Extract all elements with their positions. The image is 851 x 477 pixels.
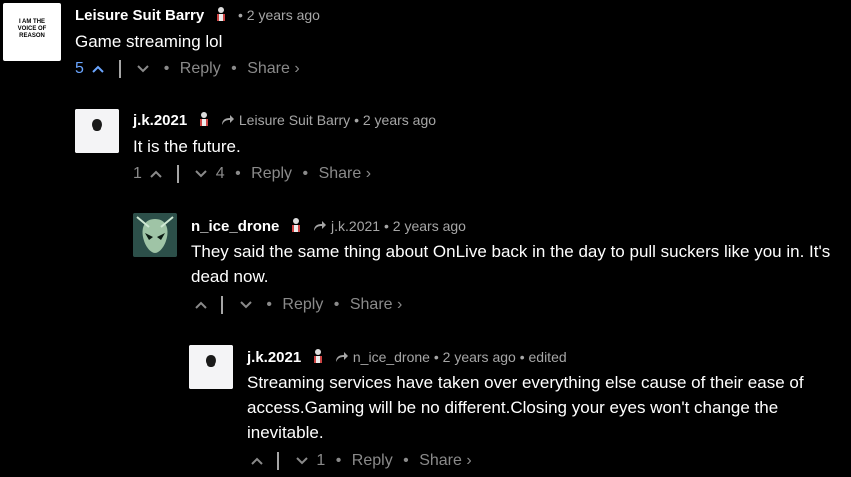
- comment-text: Streaming services have taken over every…: [247, 373, 804, 442]
- author-name[interactable]: Leisure Suit Barry: [75, 7, 204, 24]
- meta-dot: •: [266, 296, 272, 313]
- meta-dot: •: [383, 218, 393, 234]
- meta-dot: •: [403, 452, 409, 469]
- upvote-icon[interactable]: [195, 299, 207, 311]
- badge-icon: [200, 112, 209, 126]
- author-name[interactable]: j.k.2021: [247, 349, 301, 366]
- meta-dot: •: [235, 165, 241, 182]
- upvote-icon[interactable]: [92, 63, 105, 75]
- timestamp[interactable]: 2 years ago: [393, 218, 466, 234]
- meta-dot: •: [335, 452, 342, 469]
- comment-header: Leisure Suit Barry • 2 years ago: [75, 6, 320, 25]
- comment-header: j.k.2021 n_ice_drone • 2 years ago • edi…: [247, 348, 567, 367]
- reply-arrow-icon: [314, 221, 327, 231]
- comment-text: They said the same thing about OnLive ba…: [191, 242, 831, 286]
- vote-divider: [176, 165, 179, 183]
- share-button[interactable]: Share ›: [350, 295, 402, 315]
- downvote-icon[interactable]: [240, 299, 252, 311]
- reply-to-author[interactable]: j.k.2021: [331, 218, 380, 234]
- avatar-text: I AM THE VOICE OF REASON: [17, 19, 47, 39]
- alien-avatar-icon: [133, 213, 177, 257]
- downvote-icon[interactable]: [195, 168, 207, 180]
- upvote-count: 5: [75, 60, 84, 77]
- avatar[interactable]: [75, 109, 119, 153]
- default-avatar-icon: [189, 345, 233, 389]
- share-button[interactable]: Share ›: [319, 164, 371, 184]
- meta-dot: •: [302, 165, 309, 182]
- vote-divider: [221, 296, 224, 314]
- comment-text: Game streaming lol: [75, 32, 223, 51]
- share-button[interactable]: Share ›: [247, 59, 299, 79]
- reply-button[interactable]: Reply: [251, 164, 292, 184]
- comment-footer: • Reply • Share ›: [191, 295, 402, 315]
- upvote-icon[interactable]: [150, 168, 163, 180]
- default-avatar-icon: [75, 109, 119, 153]
- avatar[interactable]: [189, 345, 233, 389]
- comment-text: It is the future.: [133, 137, 241, 156]
- meta-dot: •: [433, 349, 443, 365]
- badge-icon: [314, 349, 323, 363]
- downvote-count: 1: [316, 452, 326, 469]
- avatar[interactable]: [133, 213, 177, 257]
- edited-label: edited: [528, 349, 567, 365]
- badge-icon: [217, 7, 226, 21]
- timestamp[interactable]: 2 years ago: [443, 349, 516, 365]
- meta-dot: •: [354, 112, 363, 128]
- upvote-icon[interactable]: [251, 455, 263, 467]
- meta-dot: •: [163, 60, 170, 77]
- reply-to-author[interactable]: n_ice_drone: [353, 349, 430, 365]
- comment-footer: 1 • Reply • Share ›: [247, 451, 472, 471]
- reply-arrow-icon: [336, 352, 348, 362]
- reply-button[interactable]: Reply: [352, 451, 393, 471]
- meta-dot: •: [231, 60, 237, 77]
- reply-arrow-icon: [222, 115, 234, 125]
- reply-button[interactable]: Reply: [180, 59, 221, 79]
- author-name[interactable]: j.k.2021: [133, 112, 187, 129]
- meta-dot: •: [519, 349, 529, 365]
- timestamp[interactable]: 2 years ago: [247, 7, 320, 23]
- author-name[interactable]: n_ice_drone: [191, 218, 279, 235]
- downvote-icon[interactable]: [137, 63, 149, 75]
- comment-footer: 1 4 • Reply • Share ›: [133, 164, 371, 184]
- comment-header: j.k.2021 Leisure Suit Barry • 2 years ag…: [133, 111, 436, 130]
- timestamp[interactable]: 2 years ago: [363, 112, 436, 128]
- reply-to-author[interactable]: Leisure Suit Barry: [239, 112, 350, 128]
- meta-dot: •: [238, 7, 247, 23]
- comment-footer: 5 • Reply • Share ›: [75, 59, 300, 79]
- badge-icon: [292, 218, 301, 232]
- avatar[interactable]: I AM THE VOICE OF REASON: [3, 3, 61, 61]
- comment-header: n_ice_drone j.k.2021 • 2 years ago: [191, 217, 466, 236]
- share-button[interactable]: Share ›: [419, 451, 471, 471]
- vote-divider: [277, 452, 280, 470]
- vote-divider: [118, 60, 121, 78]
- upvote-count: 1: [133, 165, 142, 182]
- downvote-icon[interactable]: [296, 455, 308, 467]
- reply-button[interactable]: Reply: [282, 295, 323, 315]
- meta-dot: •: [333, 296, 340, 313]
- downvote-count: 4: [215, 165, 225, 182]
